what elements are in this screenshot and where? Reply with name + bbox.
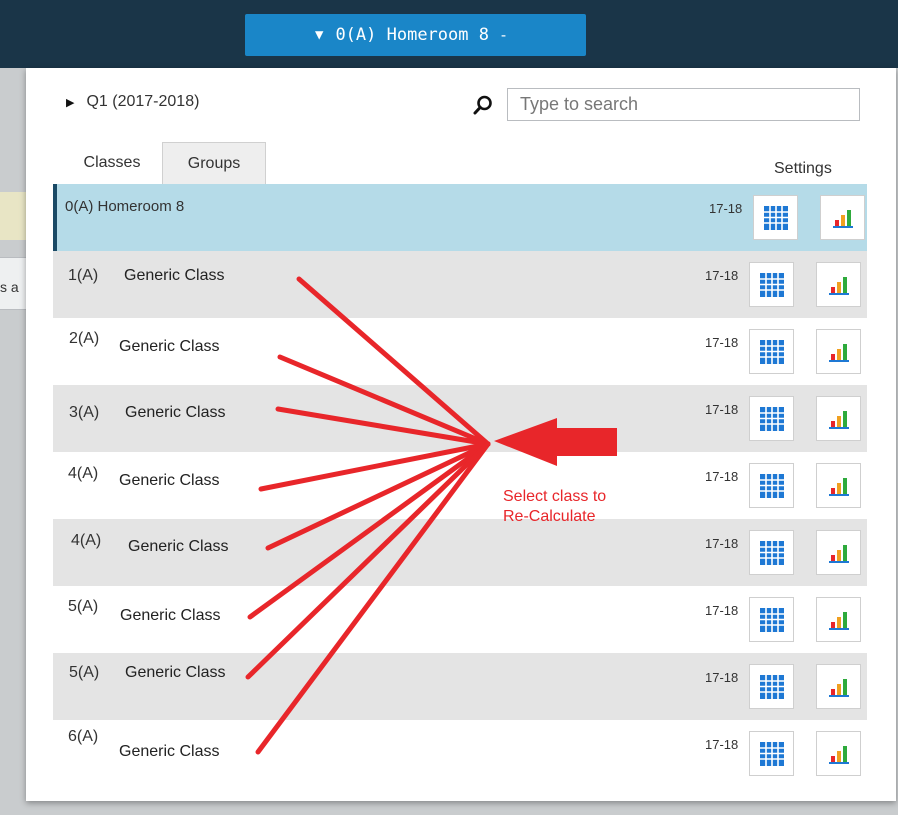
annotation-line-2: Re-Calculate: [503, 508, 596, 525]
gradebook-grid-button[interactable]: [749, 396, 794, 441]
grades-chart-button[interactable]: [816, 731, 861, 776]
grid-icon: [759, 540, 784, 565]
class-row[interactable]: 6(A) Generic Class 17-18: [53, 720, 867, 787]
grid-icon: [759, 339, 784, 364]
grades-chart-button[interactable]: [816, 664, 861, 709]
bar-chart-icon: [828, 477, 849, 496]
grades-chart-button[interactable]: [816, 597, 861, 642]
class-row[interactable]: 2(A) Generic Class 17-18: [53, 318, 867, 385]
bar-chart-icon: [828, 276, 849, 295]
top-bar: ▼ 0(A) Homeroom 8 - 17-18: [0, 0, 898, 68]
gradebook-grid-button[interactable]: [749, 530, 794, 575]
class-code: 5(A): [69, 664, 100, 681]
class-row[interactable]: 1(A) Generic Class 17-18: [53, 251, 867, 318]
grid-icon: [759, 406, 784, 431]
grades-chart-button[interactable]: [816, 262, 861, 307]
search-icon: [473, 95, 492, 115]
annotation-line-1: Select class to: [503, 488, 607, 505]
class-code: 4(A): [68, 465, 99, 482]
grid-icon: [759, 674, 784, 699]
class-row[interactable]: 5(A) Generic Class 17-18: [53, 586, 867, 653]
class-list: 0(A) Homeroom 8 17-18 1(A) Generic Class 17-…: [53, 184, 867, 787]
class-name: Generic Class: [128, 538, 229, 555]
tab-groups[interactable]: Groups: [162, 142, 266, 184]
class-code: 3(A): [69, 404, 100, 421]
class-year: 17-18: [705, 335, 739, 350]
background-partial-text: s a: [0, 279, 19, 295]
bar-chart-icon: [828, 611, 849, 630]
class-code: 2(A): [69, 330, 100, 347]
gradebook-grid-button[interactable]: [749, 664, 794, 709]
gradebook-grid-button[interactable]: [753, 195, 798, 240]
class-code: 1(A): [68, 267, 99, 284]
gradebook-grid-button[interactable]: [749, 463, 794, 508]
class-row[interactable]: 4(A) Generic Class 17-18: [53, 519, 867, 586]
grid-icon: [759, 473, 784, 498]
class-name: Generic Class: [125, 664, 226, 681]
class-year: 17-18: [705, 268, 739, 283]
term-label: Q1 (2017-2018): [86, 93, 200, 110]
bar-chart-icon: [828, 343, 849, 362]
class-name: Generic Class: [124, 267, 225, 284]
class-row[interactable]: 0(A) Homeroom 8 17-18: [53, 184, 867, 251]
class-year: 17-18: [705, 737, 739, 752]
bar-chart-icon: [832, 209, 853, 228]
class-code: 6(A): [68, 728, 99, 745]
grid-icon: [759, 607, 784, 632]
section-separator: -: [498, 26, 508, 44]
section-name: 0(A) Homeroom 8: [335, 25, 489, 45]
grid-icon: [759, 272, 784, 297]
class-year: 17-18: [705, 603, 739, 618]
gradebook-grid-button[interactable]: [749, 597, 794, 642]
settings-label: Settings: [774, 160, 832, 177]
class-row[interactable]: 4(A) Generic Class 17-18: [53, 452, 867, 519]
class-code: 5(A): [68, 598, 99, 615]
grades-chart-button[interactable]: [816, 463, 861, 508]
class-year: 17-18: [709, 201, 743, 216]
class-row[interactable]: 5(A) Generic Class 17-18: [53, 653, 867, 720]
class-year: 17-18: [705, 469, 739, 484]
triangle-down-icon: ▼: [315, 27, 324, 43]
term-toggle[interactable]: ▶ Q1 (2017-2018): [66, 93, 199, 111]
class-code: 4(A): [71, 532, 102, 549]
triangle-right-icon: ▶: [66, 96, 75, 109]
class-row[interactable]: 3(A) Generic Class 17-18: [53, 385, 867, 452]
class-name: Generic Class: [120, 607, 221, 624]
class-name: Generic Class: [119, 743, 220, 760]
grades-chart-button[interactable]: [816, 396, 861, 441]
grades-chart-button[interactable]: [820, 195, 865, 240]
class-year: 17-18: [705, 536, 739, 551]
class-year: 17-18: [705, 402, 739, 417]
gradebook-grid-button[interactable]: [749, 262, 794, 307]
class-name: Generic Class: [119, 472, 220, 489]
class-name: Generic Class: [125, 404, 226, 421]
bar-chart-icon: [828, 678, 849, 697]
section-selector-button[interactable]: ▼ 0(A) Homeroom 8 - 17-18: [245, 14, 898, 56]
class-year: 17-18: [705, 670, 739, 685]
class-picker-panel: ▶ Q1 (2017-2018) Classes Groups Settings…: [26, 68, 896, 801]
bar-chart-icon: [828, 544, 849, 563]
class-code: 0(A) Homeroom 8: [65, 198, 185, 215]
grid-icon: [759, 741, 784, 766]
class-name: Generic Class: [119, 338, 220, 355]
search-input[interactable]: [507, 88, 860, 121]
grades-chart-button[interactable]: [816, 329, 861, 374]
bar-chart-icon: [828, 745, 849, 764]
gradebook-grid-button[interactable]: [749, 731, 794, 776]
tab-classes[interactable]: Classes: [62, 142, 162, 184]
grades-chart-button[interactable]: [816, 530, 861, 575]
gradebook-grid-button[interactable]: [749, 329, 794, 374]
bar-chart-icon: [828, 410, 849, 429]
annotation-note: Select class to Re-Calculate: [503, 487, 606, 527]
grid-icon: [763, 205, 788, 230]
